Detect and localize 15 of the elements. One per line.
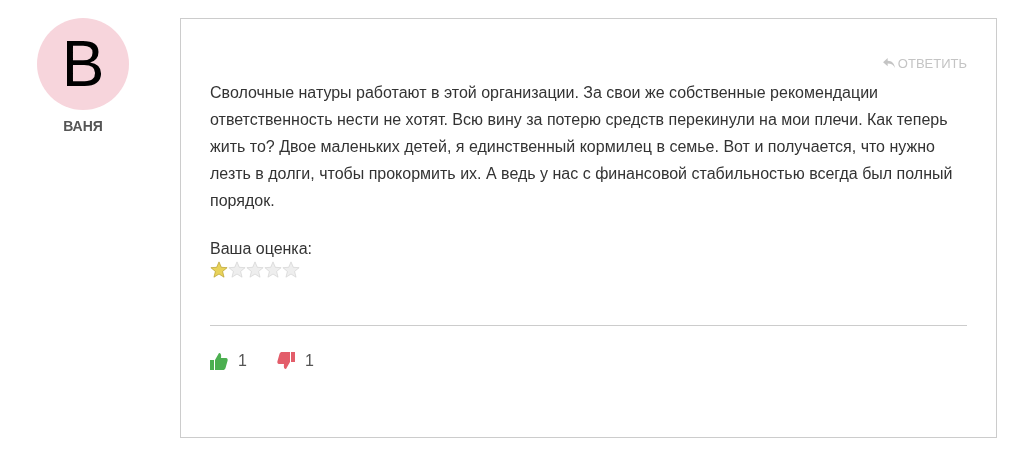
star-icon[interactable] xyxy=(228,261,246,279)
star-icon[interactable] xyxy=(264,261,282,279)
thumbs-up-icon[interactable] xyxy=(210,352,228,370)
thumbs-down-icon[interactable] xyxy=(276,352,295,370)
author-name: ВАНЯ xyxy=(63,118,103,134)
dislike-count: 1 xyxy=(304,352,314,370)
avatar: В xyxy=(37,18,129,110)
comment-text: Сволочные натуры работают в этой организации. За свои же собственные рекомендации ответственность нести не хотят. Всю вину за потерю средств перекинули на мои плечи. Как теперь жить то? Двое маленьких детей, я единственный кормилец в семье. Вот и получается, что нужно лезть в долги, чтобы прокормить их. А ведь у нас с финансовой стабильностью всегда был полный порядок. xyxy=(210,83,954,211)
rating-label: Ваша оценка: xyxy=(210,240,314,258)
star-icon[interactable] xyxy=(282,261,300,279)
like-count: 1 xyxy=(238,352,247,370)
reply-link[interactable]: ОТВЕТИТЬ xyxy=(882,53,967,73)
reply-icon xyxy=(882,57,896,69)
star-icon[interactable] xyxy=(246,261,264,279)
star-icon[interactable] xyxy=(210,261,228,279)
